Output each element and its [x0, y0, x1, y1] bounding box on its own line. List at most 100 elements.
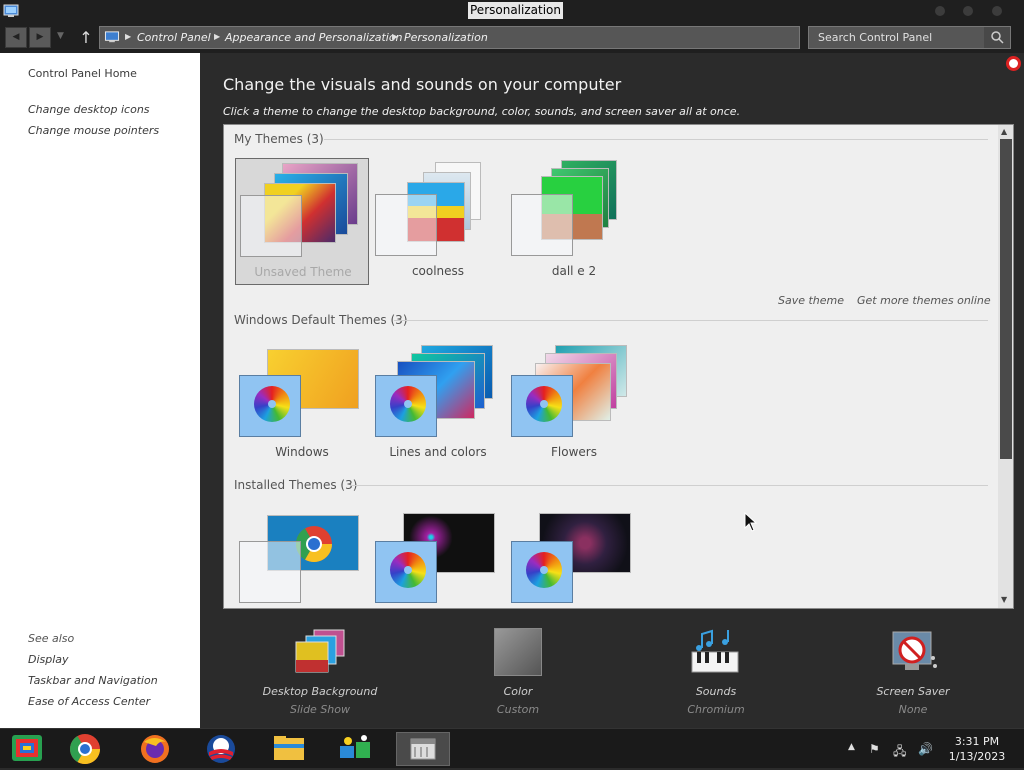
- search-placeholder: Search Control Panel: [818, 31, 933, 44]
- chevron-right-icon[interactable]: ▶: [392, 32, 398, 41]
- theme-label: dall e 2: [551, 264, 597, 278]
- theme-installed-2[interactable]: [371, 505, 505, 608]
- desktop-background-icon: [295, 629, 345, 673]
- flag-icon[interactable]: ⚑: [869, 742, 880, 756]
- forward-button[interactable]: ▶: [29, 27, 51, 48]
- color-label: Color: [503, 685, 533, 698]
- theme-coolness[interactable]: coolness: [371, 158, 505, 285]
- see-also-heading: See also: [28, 632, 75, 645]
- sounds-item[interactable]: Sounds Chromium: [641, 628, 791, 718]
- network-app-icon[interactable]: [334, 732, 376, 766]
- file-explorer-icon[interactable]: [268, 732, 310, 766]
- theme-preview-window: [239, 541, 301, 603]
- control-panel-icon: [104, 31, 120, 43]
- section-divider: [394, 320, 988, 321]
- search-button[interactable]: [984, 27, 1010, 48]
- screen-saver-value: None: [898, 703, 928, 716]
- theme-label: Lines and colors: [389, 445, 487, 459]
- get-more-themes-link[interactable]: Get more themes online: [857, 294, 991, 307]
- theme-dall-e-2[interactable]: dall e 2: [507, 158, 641, 285]
- scroll-down-arrow-icon[interactable]: ▼: [1001, 595, 1007, 604]
- theme-lines-and-colors[interactable]: Lines and colors: [371, 339, 505, 466]
- personalization-window-icon[interactable]: [396, 732, 450, 766]
- scroll-up-arrow-icon[interactable]: ▲: [1001, 127, 1007, 136]
- display-link[interactable]: Display: [28, 653, 69, 666]
- theme-label: Flowers: [551, 445, 597, 459]
- taskbar-navigation-link[interactable]: Taskbar and Navigation: [28, 674, 158, 687]
- screen-saver-icon: [892, 631, 937, 670]
- theme-label: coolness: [411, 264, 465, 278]
- default-themes-heading: Windows Default Themes (3): [234, 313, 408, 327]
- page-subtitle: Click a theme to change the desktop back…: [223, 105, 741, 118]
- color-fan-icon: [254, 386, 290, 422]
- search-icon: [991, 31, 1004, 44]
- crumb-appearance[interactable]: Appearance and Personalization: [225, 31, 403, 44]
- theme-preview-window: [375, 194, 437, 256]
- color-fan-icon: [526, 386, 562, 422]
- theme-preview-window: [375, 375, 437, 437]
- change-desktop-icons-link[interactable]: Change desktop icons: [28, 103, 150, 116]
- up-arrow-icon[interactable]: ↑: [76, 27, 96, 48]
- ease-of-access-link[interactable]: Ease of Access Center: [28, 695, 150, 708]
- color-fan-icon: [526, 552, 562, 588]
- sidebar: Control Panel Home Change desktop icons …: [0, 53, 200, 728]
- close-button[interactable]: [992, 6, 1002, 16]
- color-fan-icon: [390, 386, 426, 422]
- theme-windows[interactable]: Windows: [235, 339, 369, 466]
- scrollbar-thumb[interactable]: [1000, 139, 1012, 459]
- control-panel-home-link[interactable]: Control Panel Home: [28, 67, 137, 80]
- search-input[interactable]: Search Control Panel: [808, 26, 1011, 49]
- chevron-right-icon[interactable]: ▶: [125, 32, 131, 41]
- screen-saver-item[interactable]: Screen Saver None: [838, 628, 988, 718]
- theme-preview-window: [511, 541, 573, 603]
- color-item[interactable]: Color Custom: [443, 628, 593, 718]
- color-fan-icon: [390, 552, 426, 588]
- screen-saver-label: Screen Saver: [876, 685, 950, 698]
- my-themes-heading: My Themes (3): [234, 132, 324, 146]
- obama-icon[interactable]: [200, 732, 242, 766]
- recent-pages-chevron-icon[interactable]: ▼: [57, 31, 64, 41]
- save-theme-link[interactable]: Save theme: [778, 294, 844, 307]
- theme-label: Windows: [275, 445, 329, 459]
- theme-preview-window: [375, 541, 437, 603]
- section-divider: [350, 485, 988, 486]
- theme-installed-chrome[interactable]: [235, 505, 369, 608]
- clock-date: 1/13/2023: [948, 750, 1006, 763]
- breadcrumb[interactable]: ▶ Control Panel ▶ Appearance and Persona…: [99, 26, 899, 49]
- theme-unsaved[interactable]: Unsaved Theme: [235, 158, 369, 285]
- taskbar: ▲ ⚑ 🖧 🔊 3:31 PM 1/13/2023: [0, 728, 1024, 768]
- page-title: Change the visuals and sounds on your co…: [223, 75, 622, 94]
- network-icon[interactable]: 🖧: [893, 742, 906, 763]
- help-icon[interactable]: [1006, 56, 1021, 71]
- control-panel-icon[interactable]: [6, 732, 48, 766]
- maximize-button[interactable]: [963, 6, 973, 16]
- theme-flowers[interactable]: Flowers: [507, 339, 641, 466]
- change-mouse-pointers-link[interactable]: Change mouse pointers: [28, 124, 159, 137]
- clock[interactable]: 3:31 PM 1/13/2023: [945, 734, 1009, 764]
- desktop-background-label: Desktop Background: [262, 685, 378, 698]
- chrome-icon[interactable]: [64, 732, 106, 766]
- crumb-control-panel[interactable]: Control Panel: [137, 31, 211, 44]
- theme-installed-3[interactable]: [507, 505, 641, 608]
- theme-preview-window: [511, 194, 573, 256]
- volume-icon[interactable]: 🔊: [918, 742, 933, 756]
- mouse-cursor-icon: [744, 512, 758, 532]
- theme-preview-window: [511, 375, 573, 437]
- themes-scrollbar[interactable]: ▲ ▼: [998, 125, 1013, 608]
- section-divider: [324, 139, 988, 140]
- themes-panel: My Themes (3) Unsaved Theme coolness dal…: [223, 124, 1014, 609]
- title-bar: Personalization: [0, 0, 1024, 22]
- chevron-up-icon[interactable]: ▲: [848, 742, 855, 752]
- back-button[interactable]: ◀: [5, 27, 27, 48]
- address-bar: ◀ ▶ ▼ ↑ ▶ Control Panel ▶ Appearance and…: [0, 22, 1024, 53]
- theme-label: Unsaved Theme: [254, 265, 352, 279]
- firefox-icon[interactable]: [134, 732, 176, 766]
- main-content: Change the visuals and sounds on your co…: [200, 53, 1024, 728]
- crumb-personalization[interactable]: Personalization: [404, 31, 488, 44]
- sounds-icon: [691, 629, 739, 673]
- desktop-background-item[interactable]: Desktop Background Slide Show: [245, 628, 395, 718]
- window-title: Personalization: [468, 2, 563, 19]
- sounds-value: Chromium: [687, 703, 745, 716]
- chevron-right-icon[interactable]: ▶: [214, 32, 220, 41]
- minimize-button[interactable]: [935, 6, 945, 16]
